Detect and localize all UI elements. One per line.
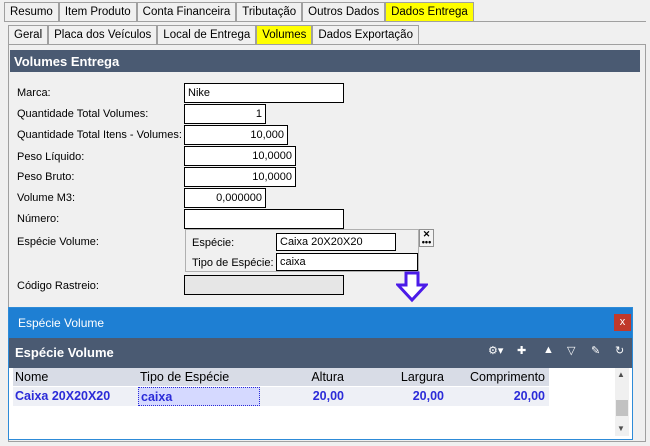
cell-altura[interactable]: 20,00 <box>260 387 348 406</box>
qtd-volumes-label: Quantidade Total Volumes: <box>17 108 149 120</box>
especie-lookup-button[interactable]: ✕ ••• <box>419 229 434 247</box>
move-up-icon[interactable]: ▲ <box>543 344 554 356</box>
top-tab-bar: Resumo Item Produto Conta Financeira Tri… <box>4 2 474 22</box>
column-header-comprimento[interactable]: Comprimento <box>448 368 549 386</box>
peso-bruto-field[interactable]: 10,0000 <box>184 167 296 187</box>
especie-label: Espécie: <box>192 237 235 249</box>
numero-label: Número: <box>17 213 60 225</box>
scroll-up-icon[interactable]: ▲ <box>617 370 625 379</box>
close-button[interactable]: x <box>614 314 631 331</box>
column-header-tipo[interactable]: Tipo de Espécie <box>138 368 260 386</box>
tab-geral[interactable]: Geral <box>8 25 49 45</box>
section-title: Volumes Entrega <box>10 50 640 72</box>
tipo-especie-label: Tipo de Espécie: <box>192 257 274 269</box>
dialog-title: Espécie Volume <box>9 308 632 338</box>
cell-tipo[interactable]: caixa <box>138 387 260 406</box>
numero-field[interactable] <box>184 209 344 229</box>
codigo-rastreio-field[interactable] <box>184 275 344 295</box>
volume-m3-label: Volume M3: <box>17 192 76 204</box>
especie-volume-label: Espécie Volume: <box>17 236 99 248</box>
tab-divider <box>4 21 646 22</box>
grid-header: Nome Tipo de Espécie Altura Largura Comp… <box>13 368 549 386</box>
dialog-subtitle: Espécie Volume <box>9 338 632 368</box>
cell-largura[interactable]: 20,00 <box>348 387 448 406</box>
tipo-especie-field[interactable]: caixa <box>276 253 418 271</box>
pin-icon[interactable]: ✎ <box>591 344 600 357</box>
table-row[interactable]: Caixa 20X20X20 caixa 20,00 20,00 20,00 <box>13 387 549 406</box>
peso-liquido-label: Peso Líquido: <box>17 151 85 163</box>
tab-volumes[interactable]: Volumes <box>256 25 313 45</box>
codigo-rastreio-label: Código Rastreio: <box>17 280 99 292</box>
column-header-nome[interactable]: Nome <box>13 368 138 386</box>
tab-local-entrega[interactable]: Local de Entrega <box>157 25 257 45</box>
tab-placa-veiculos[interactable]: Placa dos Veículos <box>48 25 158 45</box>
sub-tab-bar: Geral Placa dos Veículos Local de Entreg… <box>8 25 419 45</box>
filter-icon[interactable]: ▽ <box>567 344 575 357</box>
qtd-itens-label: Quantidade Total Itens - Volumes: <box>17 129 182 141</box>
tab-dados-entrega[interactable]: Dados Entrega <box>385 2 474 22</box>
marca-field[interactable]: Nike <box>184 83 344 103</box>
tab-outros-dados[interactable]: Outros Dados <box>302 2 386 22</box>
arrow-down-icon <box>396 271 428 303</box>
cell-nome[interactable]: Caixa 20X20X20 <box>13 387 138 406</box>
peso-bruto-label: Peso Bruto: <box>17 171 75 183</box>
peso-liquido-field[interactable]: 10,0000 <box>184 146 296 166</box>
especie-field[interactable]: Caixa 20X20X20 <box>276 233 396 251</box>
column-header-largura[interactable]: Largura <box>348 368 448 386</box>
grid-scrollbar[interactable]: ▲ ▼ <box>615 368 629 436</box>
tab-item-produto[interactable]: Item Produto <box>58 2 137 22</box>
column-header-altura[interactable]: Altura <box>260 368 348 386</box>
especie-volume-dialog: Espécie Volume x Espécie Volume ⚙▾ ✚ ▲ ▽… <box>8 307 633 440</box>
tab-resumo[interactable]: Resumo <box>4 2 59 22</box>
qtd-itens-field[interactable]: 10,000 <box>184 125 288 145</box>
tab-dados-exportacao[interactable]: Dados Exportação <box>312 25 419 45</box>
volume-m3-field[interactable]: 0,000000 <box>184 188 266 208</box>
especie-grid: Nome Tipo de Espécie Altura Largura Comp… <box>13 368 613 438</box>
especie-volume-lookup: Espécie: Caixa 20X20X20 Tipo de Espécie:… <box>185 229 419 272</box>
qtd-volumes-field[interactable]: 1 <box>184 104 266 124</box>
add-icon[interactable]: ✚ <box>517 344 526 357</box>
scroll-down-icon[interactable]: ▼ <box>617 424 625 433</box>
options-icon[interactable]: ⚙▾ <box>488 344 503 357</box>
tab-tributacao[interactable]: Tributação <box>236 2 303 22</box>
cell-comprimento[interactable]: 20,00 <box>448 387 549 406</box>
tab-conta-financeira[interactable]: Conta Financeira <box>136 2 237 22</box>
refresh-icon[interactable]: ↻ <box>615 344 624 357</box>
scroll-thumb[interactable] <box>616 400 628 416</box>
marca-label: Marca: <box>17 87 51 99</box>
